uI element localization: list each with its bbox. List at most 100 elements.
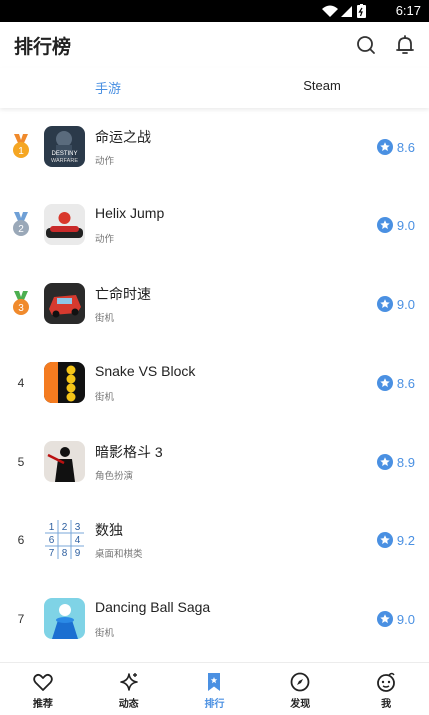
game-genre: 动作 [95,234,115,245]
game-genre: 角色扮演 [95,471,134,482]
app-bar: 排行榜 [0,22,429,68]
shadow-fight-icon [44,441,85,482]
game-name: 数独 [95,522,123,538]
signal-icon [341,6,352,17]
star-icon [376,454,393,470]
game-score: 9.2 [396,532,415,548]
list-item[interactable]: 2 Helix Jump 动作 9.0 [0,186,429,264]
nav-label: 发现 [290,699,311,710]
game-score: 8.6 [396,375,415,391]
rating: 9.0 [376,216,415,234]
list-item[interactable]: 1 DESTINY WARFARE 命运之战 动作 8.6 [0,108,429,186]
nav-item-feed[interactable]: 动态 [86,663,172,715]
star-icon [376,296,393,312]
game-name: Dancing Ball Saga [95,599,211,615]
tab-bar: 手游 Steam [0,68,429,108]
game-name: 暗影格斗 3 [95,444,163,460]
bookmark-icon [208,673,221,691]
star-icon [376,139,393,155]
svg-text:6: 6 [49,535,55,546]
svg-text:8: 8 [62,548,68,559]
heart-icon [33,673,53,691]
rating: 9.2 [376,531,415,549]
svg-text:WARFARE: WARFARE [51,158,78,164]
bottom-nav: 推荐 动态 排行 发现 我 [0,662,429,715]
rank-number: 6 [17,533,25,547]
game-score: 9.0 [396,217,415,233]
search-icon[interactable] [354,33,378,57]
svg-text:3: 3 [75,522,81,533]
svg-text:1: 1 [49,522,55,533]
status-bar: 6:17 [0,0,429,22]
face-icon [377,672,395,692]
rank-number: 3 [18,303,24,314]
bronze-medal-icon: 3 [13,291,29,315]
game-score: 9.0 [396,611,415,627]
rating: 8.9 [376,453,415,471]
game-name: 命运之战 [95,129,151,145]
rank-medal-silver: 2 [10,212,32,238]
star-icon [376,217,393,233]
game-name: Helix Jump [95,205,165,221]
game-score: 8.9 [396,454,415,470]
rank-number: 5 [17,455,25,469]
game-name: 亡命时速 [95,286,151,302]
page-title: 排行榜 [14,36,72,58]
svg-text:4: 4 [75,535,81,546]
star-icon [376,611,393,627]
list-item[interactable]: 7 Dancing Ball Saga 街机 9.0 [0,580,429,658]
game-genre: 街机 [95,313,115,324]
sudoku-icon: 1 2 3 6 4 7 8 9 [44,519,85,560]
rank-medal-bronze: 3 [10,291,32,317]
nav-item-discover[interactable]: 发现 [257,663,343,715]
wifi-icon [322,5,338,17]
nav-label: 动态 [118,699,139,710]
nav-label: 排行 [204,699,225,710]
list-item[interactable]: 6 1 2 3 6 4 7 8 9 数独 桌面和棋类 9.2 [0,501,429,579]
svg-text:2: 2 [62,522,68,533]
battery-icon [357,4,366,18]
star-icon [376,532,393,548]
nav-item-ranking[interactable]: 排行 [172,663,258,715]
status-icons [322,4,366,18]
svg-text:DESTINY: DESTINY [51,151,77,157]
list-item[interactable]: 5 暗影格斗 3 角色扮演 8.9 [0,423,429,501]
svg-text:9: 9 [75,548,81,559]
star-icon [376,375,393,391]
svg-text:7: 7 [49,548,55,559]
dancing-ball-icon [44,598,85,639]
list-item[interactable]: 4 Snake VS Block 街机 8.6 [0,344,429,422]
rating: 8.6 [376,138,415,156]
rank-number: 1 [18,146,24,157]
rank-number: 7 [17,612,25,626]
rating: 8.6 [376,374,415,392]
game-name: Snake VS Block [95,363,196,379]
nav-item-recommend[interactable]: 推荐 [0,663,86,715]
rank-number: 2 [18,224,24,235]
game-genre: 桌面和棋类 [95,549,143,560]
bell-icon[interactable] [393,33,417,57]
racing-car-icon [44,283,85,324]
game-genre: 街机 [95,392,115,403]
rating: 9.0 [376,295,415,313]
snake-vs-block-icon [44,362,85,403]
game-genre: 街机 [95,628,115,639]
list-item[interactable]: 3 亡命时速 街机 9.0 [0,265,429,343]
rank-number: 4 [17,376,25,390]
tab-steam[interactable]: Steam [262,78,382,93]
silver-medal-icon: 2 [13,212,29,236]
gold-medal-icon: 1 [13,134,29,158]
status-time: 6:17 [395,3,421,18]
rank-medal-gold: 1 [10,134,32,160]
nav-label: 推荐 [32,699,53,710]
tab-mobile-games[interactable]: 手游 [48,78,168,97]
destiny-warfare-icon: DESTINY WARFARE [44,126,85,167]
nav-label: 我 [381,699,392,710]
rating: 9.0 [376,610,415,628]
compass-icon [290,672,310,692]
sparkle-icon [119,673,138,691]
game-score: 8.6 [396,139,415,155]
nav-item-me[interactable]: 我 [343,663,429,715]
game-score: 9.0 [396,296,415,312]
helix-jump-icon [44,204,85,245]
